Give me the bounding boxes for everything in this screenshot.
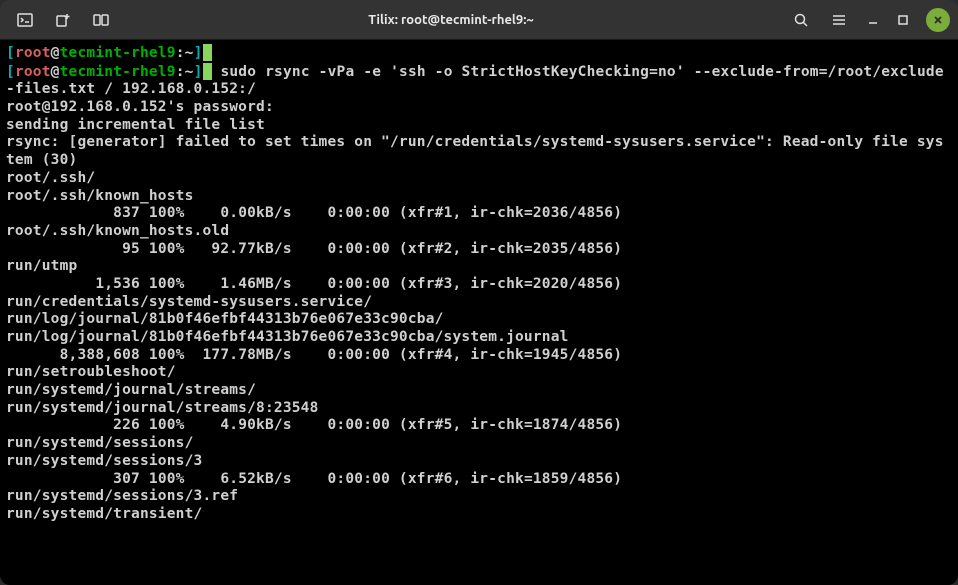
terminal-icon bbox=[17, 12, 33, 28]
output-line: run/systemd/transient/ bbox=[6, 506, 202, 522]
output-line: 95 100% 92.77kB/s 0:00:00 (xfr#2, ir-chk… bbox=[6, 241, 622, 257]
output-line: root/.ssh/known_hosts bbox=[6, 188, 194, 204]
output-line: run/systemd/journal/streams/8:23548 bbox=[6, 400, 319, 416]
maximize-button[interactable] bbox=[890, 7, 916, 33]
output-line: root/.ssh/ bbox=[6, 170, 95, 186]
output-line: run/setroubleshoot/ bbox=[6, 364, 176, 380]
prompt-at: @ bbox=[51, 64, 60, 80]
cursor bbox=[203, 63, 212, 80]
minimize-button[interactable] bbox=[860, 7, 886, 33]
split-icon bbox=[93, 12, 109, 28]
hamburger-icon bbox=[831, 12, 847, 28]
prompt-path: :~ bbox=[176, 64, 194, 80]
prompt-host: tecmint-rhel9 bbox=[60, 45, 176, 61]
output-line: run/log/journal/81b0f46efbf44313b76e067e… bbox=[6, 311, 444, 327]
output-line: 1,536 100% 1.46MB/s 0:00:00 (xfr#3, ir-c… bbox=[6, 276, 622, 292]
output-line: run/systemd/journal/streams/ bbox=[6, 382, 256, 398]
search-button[interactable] bbox=[784, 6, 818, 34]
titlebar-right-controls bbox=[784, 6, 950, 34]
prompt-bracket-close: ] bbox=[194, 64, 203, 80]
prompt-bracket-open: [ bbox=[6, 45, 15, 61]
search-icon bbox=[793, 12, 809, 28]
output-line: run/log/journal/81b0f46efbf44313b76e067e… bbox=[6, 329, 569, 345]
minimize-icon bbox=[867, 14, 879, 26]
add-tab-button[interactable] bbox=[46, 6, 80, 34]
output-line: 837 100% 0.00kB/s 0:00:00 (xfr#1, ir-chk… bbox=[6, 205, 622, 221]
titlebar-left-controls bbox=[8, 6, 118, 34]
prompt-at: @ bbox=[51, 45, 60, 61]
output-line: sending incremental file list bbox=[6, 117, 265, 133]
add-tab-icon bbox=[55, 12, 71, 28]
maximize-icon bbox=[897, 14, 909, 26]
close-button[interactable] bbox=[926, 8, 950, 32]
menu-button[interactable] bbox=[822, 6, 856, 34]
output-line: 307 100% 6.52kB/s 0:00:00 (xfr#6, ir-chk… bbox=[6, 471, 622, 487]
output-line: root/.ssh/known_hosts.old bbox=[6, 223, 229, 239]
prompt-path: :~ bbox=[176, 45, 194, 61]
output-line: run/systemd/sessions/3.ref bbox=[6, 488, 238, 504]
output-line: run/systemd/sessions/ bbox=[6, 435, 194, 451]
output-line: run/systemd/sessions/3 bbox=[6, 453, 202, 469]
split-button[interactable] bbox=[84, 6, 118, 34]
new-session-button[interactable] bbox=[8, 6, 42, 34]
prompt-bracket-close: ] bbox=[194, 45, 203, 61]
close-icon bbox=[933, 15, 943, 25]
output-line: run/credentials/systemd-sysusers.service… bbox=[6, 294, 372, 310]
prompt-host: tecmint-rhel9 bbox=[60, 64, 176, 80]
prompt-user: root bbox=[15, 45, 51, 61]
output-line: root@192.168.0.152's password: bbox=[6, 99, 274, 115]
terminal-output[interactable]: [root@tecmint-rhel9:~] [root@tecmint-rhe… bbox=[0, 40, 958, 585]
titlebar: Tilix: root@tecmint-rhel9:~ bbox=[0, 0, 958, 40]
output-line: 226 100% 4.90kB/s 0:00:00 (xfr#5, ir-chk… bbox=[6, 417, 622, 433]
prompt-bracket-open: [ bbox=[6, 64, 15, 80]
prompt-user: root bbox=[15, 64, 51, 80]
output-line: 8,388,608 100% 177.78MB/s 0:00:00 (xfr#4… bbox=[6, 347, 622, 363]
output-line: rsync: [generator] failed to set times o… bbox=[6, 134, 944, 168]
cursor bbox=[203, 44, 212, 61]
output-line: run/utmp bbox=[6, 258, 77, 274]
main-window: Tilix: root@tecmint-rhel9:~ [root@tecmin… bbox=[0, 0, 958, 585]
window-title: Tilix: root@tecmint-rhel9:~ bbox=[118, 13, 784, 27]
